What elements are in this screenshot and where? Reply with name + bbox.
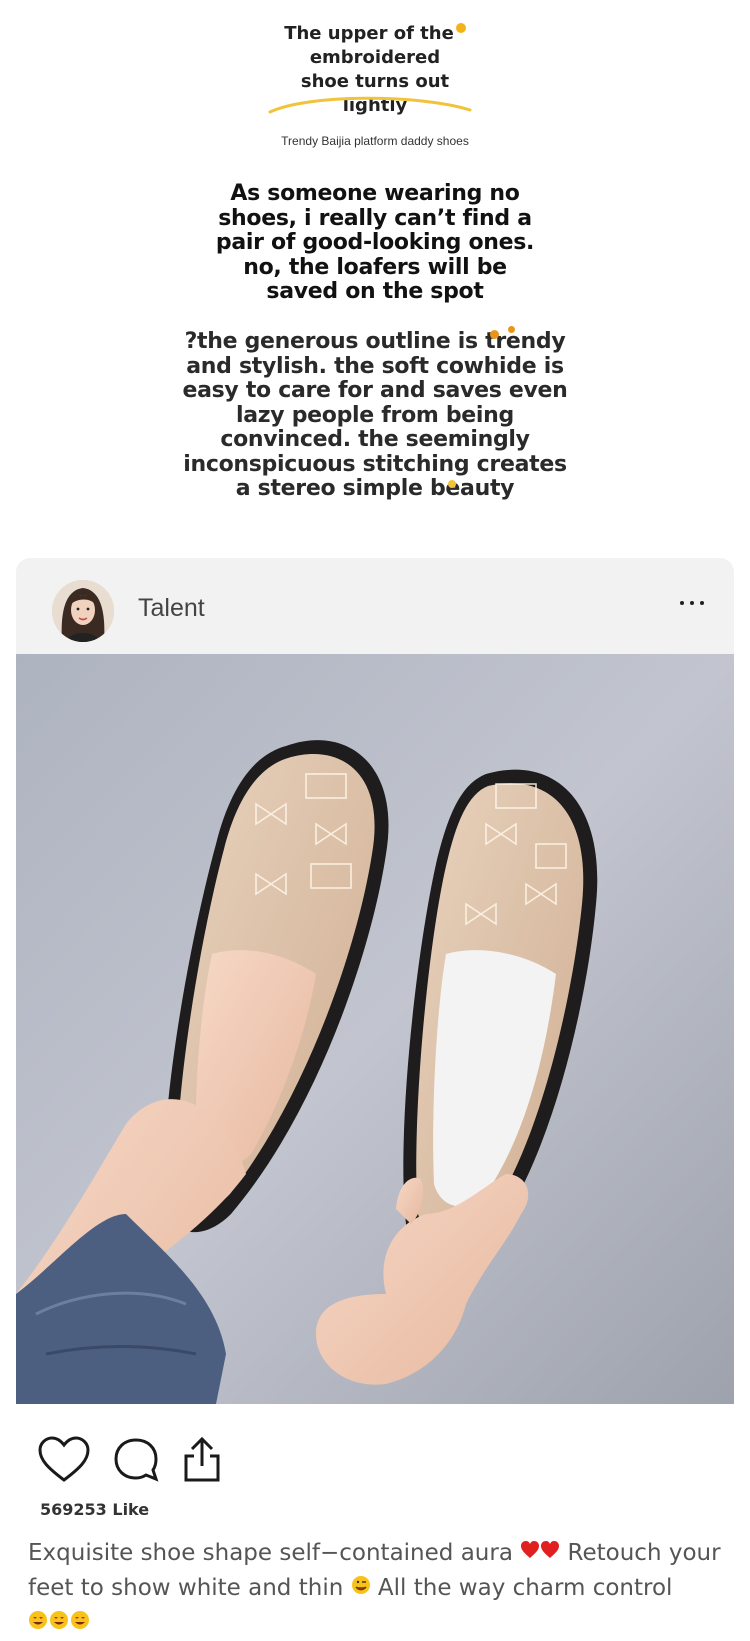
more-icon[interactable] [674, 588, 710, 618]
user-portrait-icon [52, 580, 114, 642]
loafer-shoes-illustration [16, 654, 734, 1404]
gold-swoosh-icon [268, 96, 472, 114]
headline-line: The upper of the [0, 22, 750, 46]
paragraph-line: easy to care for and saves even [182, 378, 568, 403]
subtag: Trendy Baijia platform daddy shoes [281, 134, 469, 148]
paragraph-line: ?the generous outline is trendy [184, 329, 566, 354]
post-header: Talent [16, 558, 734, 654]
caption-text: All the way charm control [377, 1575, 673, 1601]
like-count: 569253 Like [40, 1500, 150, 1519]
headline-line: shoe turns out [300, 71, 450, 92]
paragraph-line: pair of good-looking ones. [215, 230, 535, 255]
paragraph-line: inconspicuous stitching creates [183, 451, 567, 477]
description-paragraph: ?the generous outline is trendy and styl… [150, 329, 600, 502]
hero-section: The upper of the embroidered shoe turns … [0, 0, 750, 545]
post-actions [38, 1436, 338, 1496]
headline-line: embroidered [309, 47, 441, 68]
intro-paragraph: As someone wearing no shoes, i really ca… [150, 181, 600, 305]
sparkle-icon [508, 326, 515, 333]
paragraph-line: a stereo simple beauty [235, 476, 515, 501]
paragraph-line: As someone wearing no [230, 181, 520, 206]
sparkle-icon [490, 330, 499, 339]
caption-text: Exquisite shoe shape self−contained aura [28, 1540, 513, 1566]
paragraph-line: no, the loafers will be [243, 254, 507, 280]
post-card: Talent 569253 Like Exquisite shoe shape … [16, 558, 734, 1629]
red-heart-icon [520, 1536, 560, 1571]
product-photo [16, 654, 734, 1404]
paragraph-line: convinced. the seemingly [220, 427, 530, 452]
share-icon[interactable] [182, 1436, 222, 1484]
gold-dot-icon [455, 23, 466, 33]
paragraph-line: saved on the spot [266, 279, 484, 304]
heart-icon[interactable] [38, 1436, 90, 1484]
paragraph-line: lazy people from being [236, 402, 514, 428]
comment-icon[interactable] [112, 1436, 160, 1484]
post-caption: Exquisite shoe shape self−contained aura… [28, 1536, 728, 1641]
username[interactable]: Talent [138, 594, 205, 623]
avatar[interactable] [52, 580, 114, 642]
headline-text: The upper of the [284, 23, 454, 44]
sparkle-icon [448, 480, 456, 488]
paragraph-line: shoes, i really can’t find a [218, 205, 532, 231]
paragraph-line: and stylish. the soft cowhide is [186, 353, 564, 379]
heart-eyes-icon [28, 1606, 90, 1641]
wink-face-icon [351, 1571, 371, 1606]
